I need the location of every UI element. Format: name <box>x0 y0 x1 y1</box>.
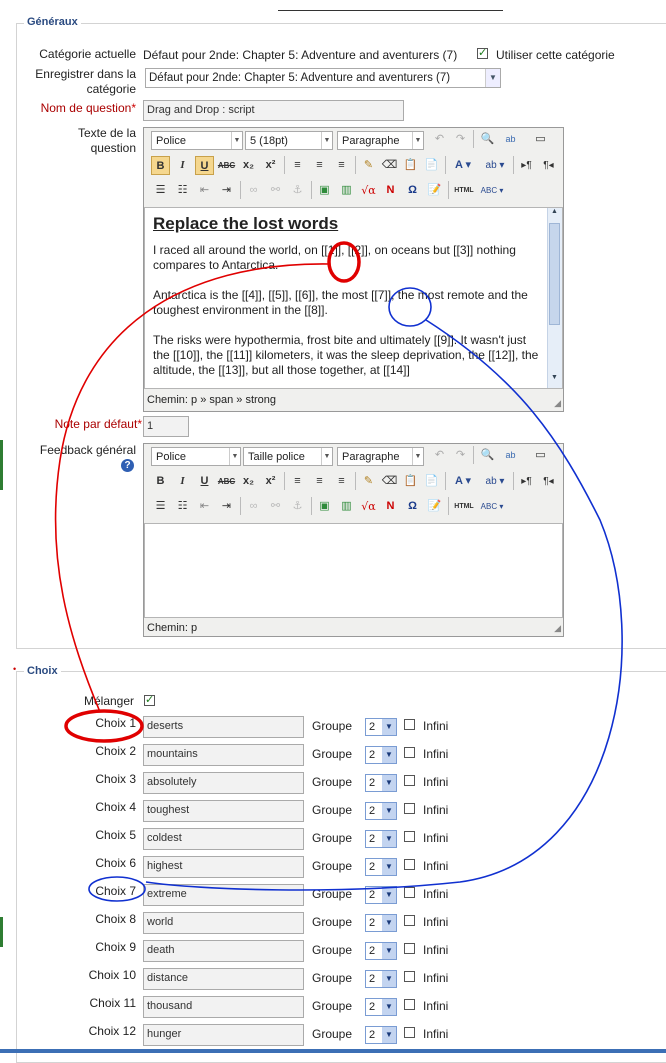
annotation-blue-circle-choix7 <box>88 876 146 902</box>
annotation-blue-circle-editor <box>388 287 432 327</box>
annotation-red-circle-choix1 <box>64 709 144 743</box>
annotation-red-circle-editor <box>327 241 361 283</box>
annotation-red-curve <box>54 263 330 713</box>
taskbar-strip <box>0 1049 666 1053</box>
annotation-overlay <box>54 241 623 902</box>
annotation-blue-curve <box>145 319 623 891</box>
